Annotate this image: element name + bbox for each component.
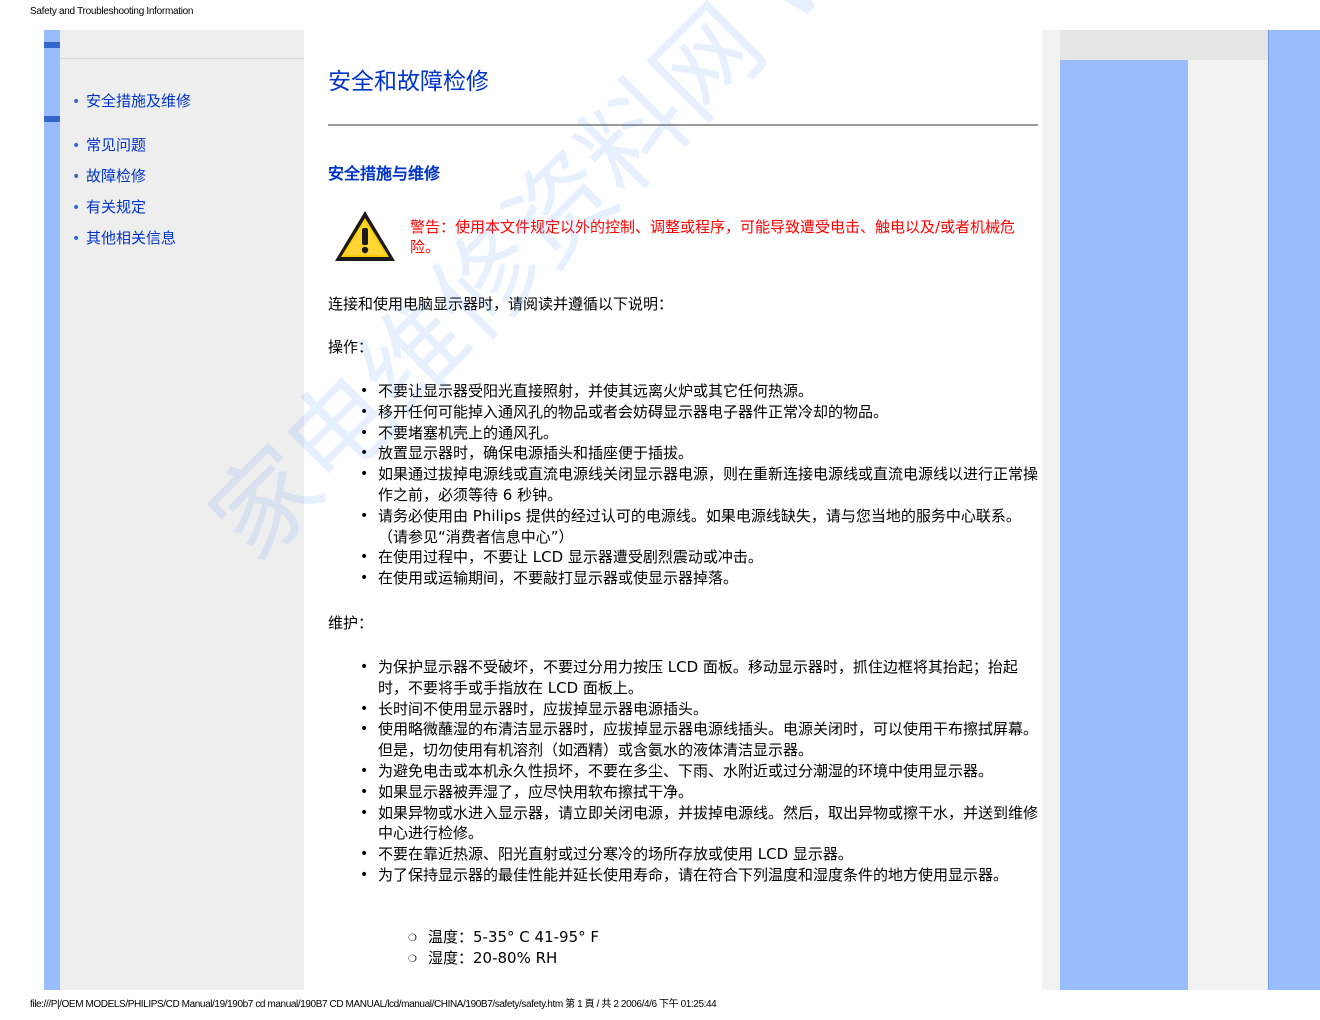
- list-item: 如果显示器被弄湿了，应尽快用软布擦拭干净。: [356, 782, 1041, 803]
- nav-item-safety[interactable]: • 安全措施及维修: [72, 90, 191, 111]
- left-accent-tick: [44, 116, 60, 122]
- right-gray-panel: [1188, 60, 1268, 990]
- page-title: 安全和故障检修: [328, 69, 489, 95]
- print-footer: file:///P|/OEM MODELS/PHILIPS/CD Manual/…: [30, 999, 717, 1010]
- list-item: 请务必使用由 Philips 提供的经过认可的电源线。如果电源线缺失，请与您当地…: [356, 506, 1041, 548]
- operation-list: 不要让显示器受阳光直接照射，并使其远离火炉或其它任何热源。 移开任何可能掉入通风…: [356, 381, 1041, 589]
- bullet-icon: •: [72, 200, 81, 216]
- list-item: 放置显示器时，确保电源插头和插座便于插拔。: [356, 443, 1041, 464]
- list-item: 在使用过程中，不要让 LCD 显示器遭受剧烈震动或冲击。: [356, 547, 1041, 568]
- nav-link-other-info[interactable]: 其他相关信息: [86, 229, 176, 247]
- list-item: 长时间不使用显示器时，应拔掉显示器电源插头。: [356, 699, 1041, 720]
- nav-divider: [60, 58, 304, 59]
- list-item: 为保护显示器不受破坏，不要过分用力按压 LCD 面板。移动显示器时，抓住边框将其…: [356, 657, 1041, 699]
- section-title: 安全措施与维修: [328, 164, 441, 183]
- right-panel-top: [1060, 30, 1268, 60]
- right-accent-bar: [1268, 30, 1320, 990]
- list-item: 如果通过拔掉电源线或直流电源线关闭显示器电源，则在重新连接电源线或直流电源线以进…: [356, 464, 1041, 506]
- warning-text: 警告：使用本文件规定以外的控制、调整或程序，可能导致遭受电击、触电以及/或者机械…: [410, 218, 1016, 256]
- warning-icon: [335, 211, 395, 261]
- maintenance-list: 为保护显示器不受破坏，不要过分用力按压 LCD 面板。移动显示器时，抓住边框将其…: [356, 657, 1041, 886]
- nav-item-faq[interactable]: • 常见问题: [72, 134, 146, 155]
- operation-heading: 操作：: [328, 338, 374, 356]
- right-accent-panel: [1060, 60, 1188, 990]
- nav-link-faq[interactable]: 常见问题: [86, 136, 146, 154]
- list-item: 使用略微蘸湿的布清洁显示器时，应拔掉显示器电源线插头。电源关闭时，可以使用干布擦…: [356, 719, 1041, 761]
- nav-item-other-info[interactable]: • 其他相关信息: [72, 227, 176, 248]
- left-accent-bar: [44, 30, 60, 990]
- print-header: Safety and Troubleshooting Information: [30, 6, 194, 17]
- condition-humidity: 湿度：20-80% RH: [408, 948, 599, 970]
- list-item: 为了保持显示器的最佳性能并延长使用寿命，请在符合下列温度和湿度条件的地方使用显示…: [356, 865, 1041, 886]
- list-item: 不要堵塞机壳上的通风孔。: [356, 423, 1041, 444]
- conditions-list: 温度：5-35° C 41-95° F 湿度：20-80% RH: [408, 927, 599, 970]
- right-margin: [1042, 30, 1060, 990]
- title-divider: [328, 124, 1038, 126]
- nav-link-troubleshooting[interactable]: 故障检修: [86, 167, 146, 185]
- right-bar-edge: [1268, 30, 1269, 990]
- nav-item-regulatory[interactable]: • 有关规定: [72, 196, 146, 217]
- condition-temperature: 温度：5-35° C 41-95° F: [408, 927, 599, 949]
- nav-item-troubleshooting[interactable]: • 故障检修: [72, 165, 146, 186]
- bullet-icon: •: [72, 231, 81, 247]
- list-item: 不要在靠近热源、阳光直射或过分寒冷的场所存放或使用 LCD 显示器。: [356, 844, 1041, 865]
- nav-link-regulatory[interactable]: 有关规定: [86, 198, 146, 216]
- bullet-icon: •: [72, 169, 81, 185]
- intro-text: 连接和使用电脑显示器时，请阅读并遵循以下说明：: [328, 295, 674, 313]
- list-item: 不要让显示器受阳光直接照射，并使其远离火炉或其它任何热源。: [356, 381, 1041, 402]
- list-item: 移开任何可能掉入通风孔的物品或者会妨碍显示器电子器件正常冷却的物品。: [356, 402, 1041, 423]
- nav-link-safety[interactable]: 安全措施及维修: [86, 92, 191, 110]
- maintenance-heading: 维护：: [328, 614, 374, 632]
- bullet-icon: •: [72, 94, 81, 110]
- list-item: 为避免电击或本机永久性损坏，不要在多尘、下雨、水附近或过分潮湿的环境中使用显示器…: [356, 761, 1041, 782]
- list-item: 如果异物或水进入显示器，请立即关闭电源，并拔掉电源线。然后，取出异物或擦干水，并…: [356, 803, 1041, 845]
- list-item: 在使用或运输期间，不要敲打显示器或使显示器掉落。: [356, 568, 1041, 589]
- left-accent-tick: [44, 42, 60, 48]
- bullet-icon: •: [72, 138, 81, 154]
